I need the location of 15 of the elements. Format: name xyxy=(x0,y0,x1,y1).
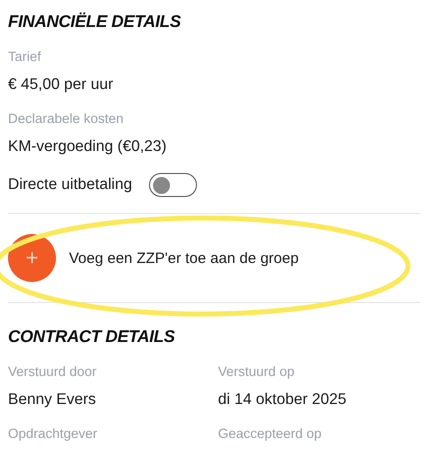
field-value: KM-vergoeding (€0,23) xyxy=(8,138,167,156)
field-value: Benny Evers xyxy=(8,391,96,409)
field-label: Tarief xyxy=(8,49,42,64)
section-heading: FINANCIËLE DETAILS xyxy=(8,12,181,32)
field-value: € 45,00 per uur xyxy=(8,76,114,94)
toggle-switch[interactable] xyxy=(149,173,198,197)
field-label: Declarabele kosten xyxy=(8,111,124,126)
field-label: Verstuurd door xyxy=(8,364,97,379)
field-label: Verstuurd op xyxy=(218,364,295,379)
field-label: Geaccepteerd op xyxy=(218,426,322,441)
field-value: di 14 oktober 2025 xyxy=(218,391,346,409)
section-heading: CONTRACT DETAILS xyxy=(8,327,175,347)
add-label[interactable]: Voeg een ZZP'er toe aan de groep xyxy=(69,250,299,266)
toggle-label: Directe uitbetaling xyxy=(8,176,132,194)
field-label: Opdrachtgever xyxy=(8,426,98,441)
